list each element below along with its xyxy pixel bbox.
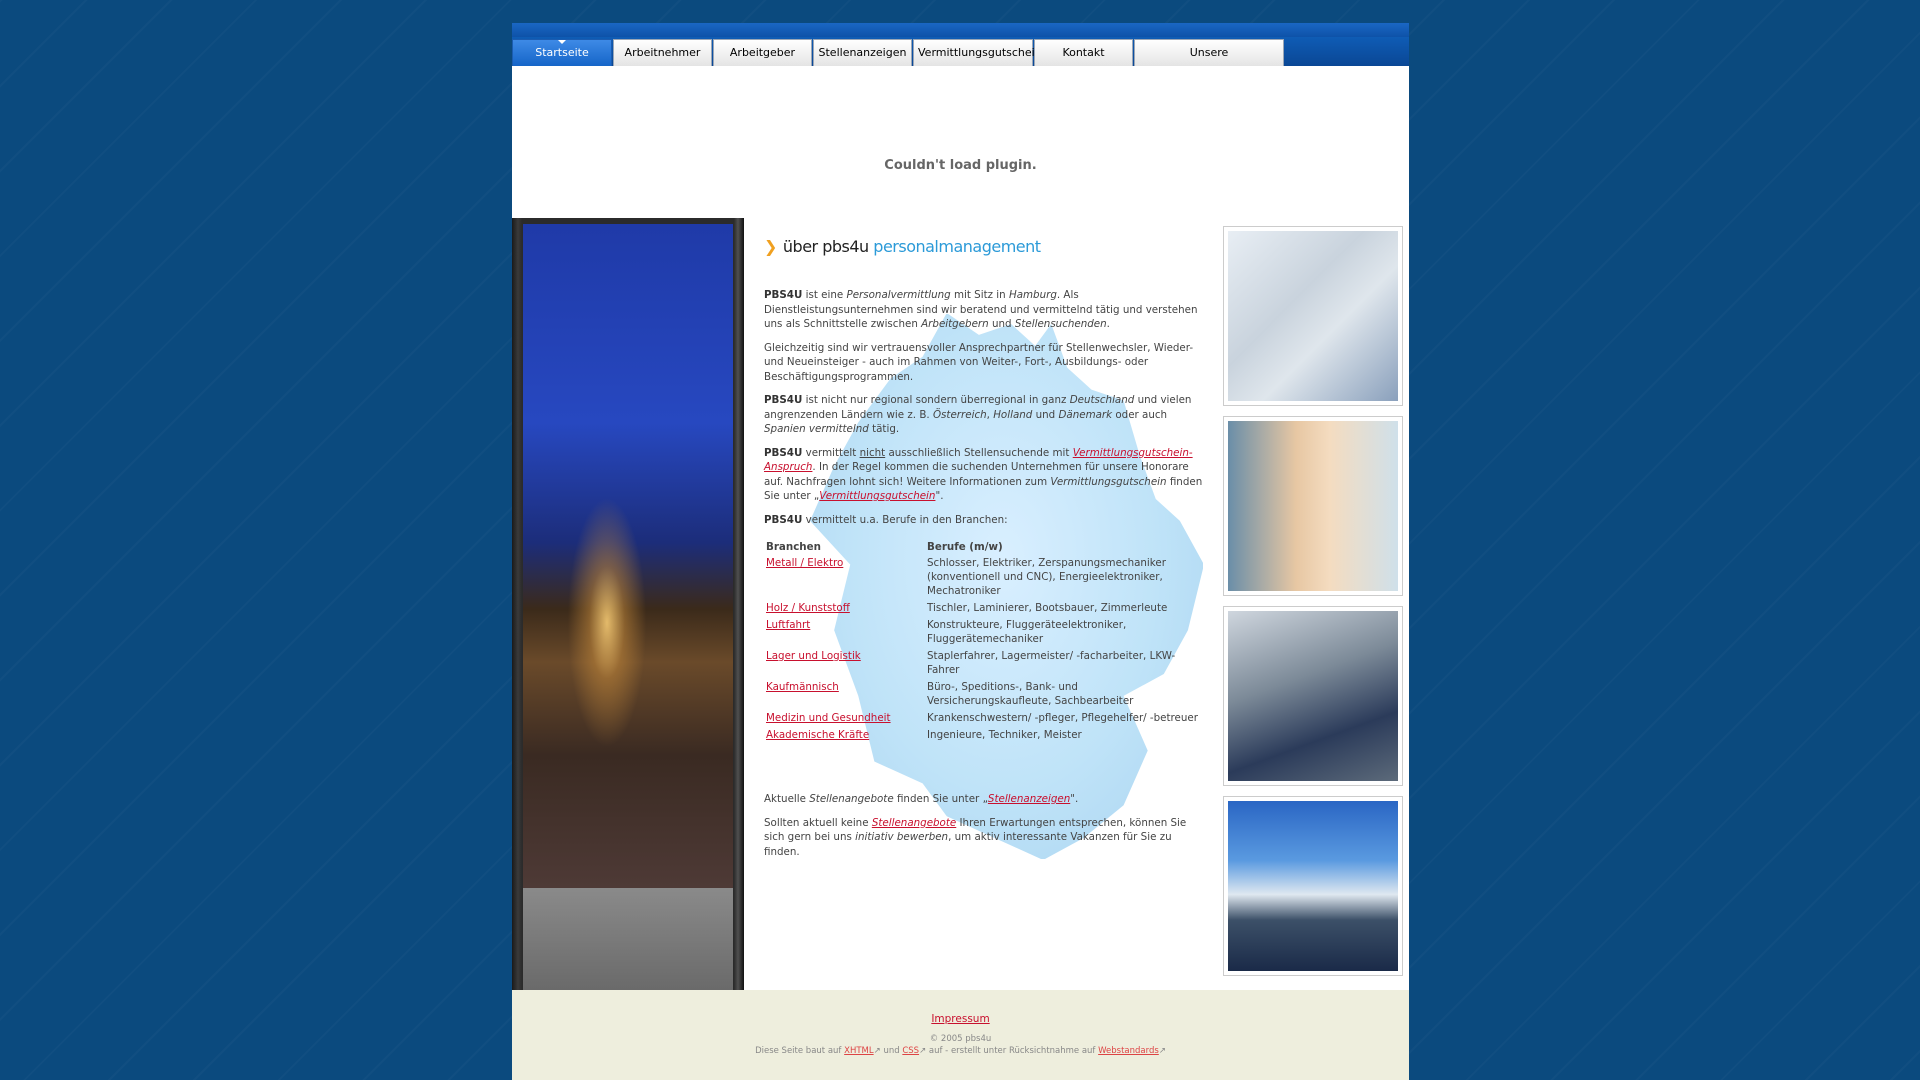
- plugin-area: Couldn't load plugin.: [512, 66, 1409, 241]
- branche-link[interactable]: Lager und Logistik: [766, 650, 861, 662]
- footer: Impressum © 2005 pbs4u Diese Seite baut …: [512, 990, 1409, 1080]
- branche-link[interactable]: Akademische Kräfte: [766, 729, 869, 741]
- branche-link[interactable]: Kaufmännisch: [766, 681, 839, 693]
- branche-cell: Lager und Logistik: [764, 648, 925, 679]
- industry-workers-photo: [1228, 611, 1398, 781]
- branche-cell: Holz / Kunststoff: [764, 600, 925, 617]
- impressum-link[interactable]: Impressum: [931, 1013, 989, 1025]
- table-row: Kaufmännisch Büro-, Speditions-, Bank- un…: [764, 679, 1204, 710]
- css-link[interactable]: CSS: [902, 1046, 919, 1056]
- berufe-cell: Tischler, Laminierer, Bootsbauer, Zimmer…: [927, 602, 1168, 614]
- berufe-cell: Büro-, Speditions-, Bank- und Versicheru…: [927, 681, 1134, 707]
- voucher-link[interactable]: Vermittlungsgutschein: [819, 490, 935, 502]
- branches-table: Branchen Berufe (m/w) Metall / Elektro Sc…: [764, 539, 1204, 744]
- berufe-cell: Staplerfahrer, Lagermeister/ -facharbeit…: [927, 650, 1176, 676]
- voucher-paragraph: PBS4U vermittelt nicht ausschließlich St…: [764, 446, 1203, 503]
- branche-cell: Medizin und Gesundheit: [764, 710, 925, 727]
- brand-name: PBS4U: [764, 394, 803, 406]
- job-offers-link[interactable]: Stellenangebote: [872, 817, 956, 829]
- table-row: Holz / Kunststoff Tischler, Laminierer, B…: [764, 600, 1204, 617]
- brand-name: PBS4U: [764, 446, 803, 459]
- branches-intro: PBS4U vermittelt u.a. Berufe in den Bran…: [764, 513, 1008, 526]
- intro-paragraph: PBS4U ist eine Personalvermittlung mit S…: [764, 289, 1198, 330]
- contact-paragraph: Gleichzeitig sind wir vertrauensvoller A…: [764, 341, 1194, 383]
- nav-tab-arbeitgeber[interactable]: Arbeitgeber: [713, 39, 812, 66]
- left-photo-column: [512, 218, 744, 990]
- thumb-engineer: [1223, 226, 1403, 406]
- nav-tab-stellenanzeigen[interactable]: Stellenanzeigen: [813, 39, 912, 66]
- table-row: Akademische Kräfte Ingenieure, Techniker,…: [764, 727, 1204, 744]
- branche-cell: Kaufmännisch: [764, 679, 925, 710]
- wind-solar-photo: [1228, 801, 1398, 971]
- page-heading: ❯ über pbs4u personalmanagement: [764, 237, 1041, 256]
- right-image-column: [1223, 226, 1403, 986]
- branche-cell: Metall / Elektro: [764, 555, 925, 600]
- column-header-branchen: Branchen: [766, 541, 821, 553]
- table-row: Lager und Logistik Staplerfahrer, Lagerme…: [764, 648, 1204, 679]
- berufe-cell: Ingenieure, Techniker, Meister: [927, 729, 1082, 741]
- nav-tab-unsere-kooperationspartner[interactable]: Unsere Kooperationspartner: [1134, 39, 1284, 85]
- table-row: Luftfahrt Konstrukteure, Fluggeräteelektr…: [764, 617, 1204, 648]
- call-center-photo: [1228, 421, 1398, 591]
- standards-note: Diese Seite baut auf XHTML↗ und CSS↗ auf…: [755, 1046, 1166, 1056]
- webstandards-link[interactable]: Webstandards: [1098, 1046, 1159, 1056]
- nav-tab-startseite[interactable]: Startseite: [512, 39, 612, 66]
- plugin-error-message: Couldn't load plugin.: [884, 158, 1037, 173]
- column-header-berufe: Berufe (m/w): [927, 541, 1003, 553]
- heading-part2: personalmanagement: [873, 237, 1041, 256]
- engineer-photo: [1228, 231, 1398, 401]
- city-night-photo: [523, 224, 733, 888]
- initiative-paragraph: Sollten aktuell keine Stellenangebote Ih…: [764, 816, 1187, 858]
- thumb-call-center: [1223, 416, 1403, 596]
- job-ads-link[interactable]: Stellenanzeigen: [988, 793, 1070, 805]
- thumb-industry: [1223, 606, 1403, 786]
- nav-tab-vermittlungsgutschein[interactable]: Vermittlungsgutschein: [913, 39, 1042, 66]
- page-container: Startseite Arbeitnehmer Arbeitgeber Stellen…: [512, 23, 1409, 1080]
- main-content: PBS4U ist eine Personalvermittlung mit S…: [764, 288, 1204, 868]
- brand-name: PBS4U: [764, 289, 803, 301]
- left-gray-panel: [523, 888, 733, 990]
- brand-name: PBS4U: [764, 513, 803, 526]
- branche-link[interactable]: Holz / Kunststoff: [766, 602, 850, 614]
- branche-link[interactable]: Medizin und Gesundheit: [766, 712, 891, 724]
- branche-link[interactable]: Metall / Elektro: [766, 557, 843, 569]
- xhtml-link[interactable]: XHTML: [844, 1046, 873, 1056]
- table-row: Metall / Elektro Schlosser, Elektriker, Z…: [764, 555, 1204, 600]
- nav-tab-arbeitnehmer[interactable]: Arbeitnehmer: [613, 39, 712, 66]
- region-paragraph: PBS4U ist nicht nur regional sondern übe…: [764, 394, 1192, 435]
- berufe-cell: Konstrukteure, Fluggeräteelektroniker, F…: [927, 619, 1127, 645]
- branche-link[interactable]: Luftfahrt: [766, 619, 810, 631]
- table-row: Medizin und Gesundheit Krankenschwestern/…: [764, 710, 1204, 727]
- branche-cell: Luftfahrt: [764, 617, 925, 648]
- job-offers-paragraph: Aktuelle Stellenangebote finden Sie unte…: [764, 793, 1079, 805]
- thumb-energy: [1223, 796, 1403, 976]
- berufe-cell: Krankenschwestern/ -pfleger, Pflegehelfe…: [927, 712, 1198, 724]
- copyright: © 2005 pbs4u: [929, 1034, 992, 1044]
- top-bar: [512, 23, 1409, 37]
- heading-part1: über pbs4u: [782, 237, 869, 256]
- main-nav: Startseite Arbeitnehmer Arbeitgeber Stellen…: [512, 39, 1285, 85]
- nav-tab-kontakt[interactable]: Kontakt: [1034, 39, 1133, 66]
- berufe-cell: Schlosser, Elektriker, Zerspanungsmechan…: [927, 557, 1166, 597]
- branche-cell: Akademische Kräfte: [764, 727, 925, 744]
- chevron-right-icon: ❯: [764, 237, 777, 256]
